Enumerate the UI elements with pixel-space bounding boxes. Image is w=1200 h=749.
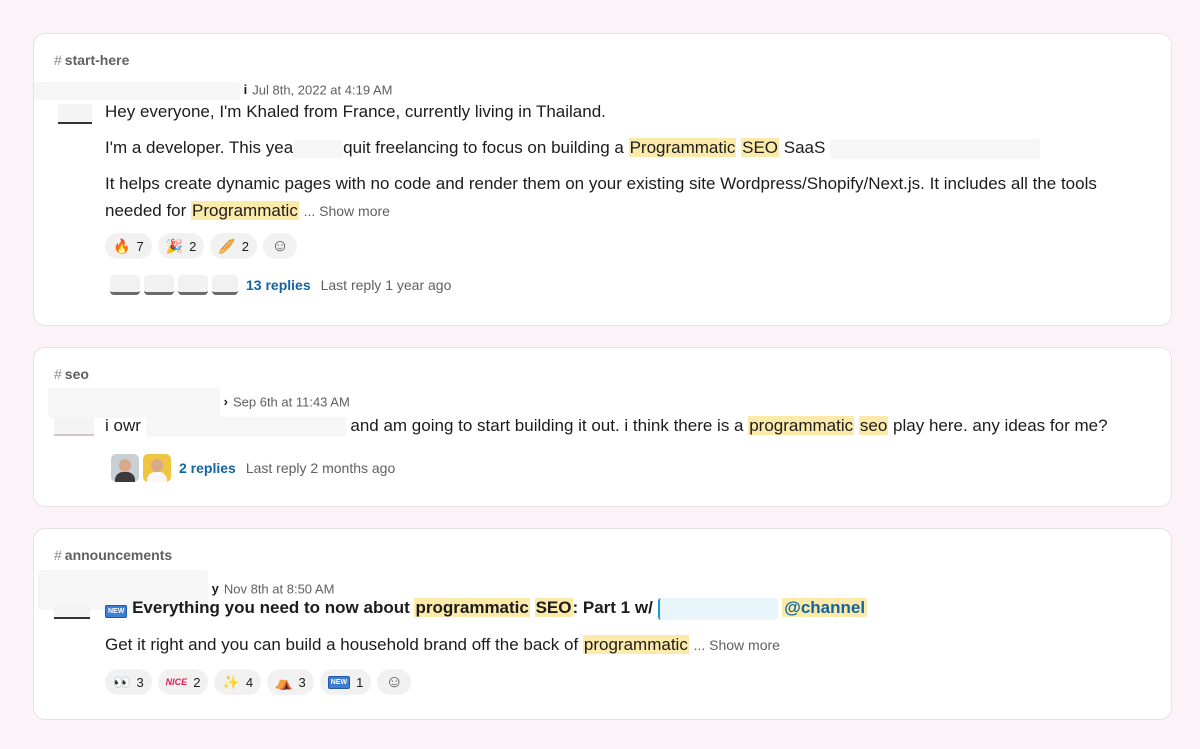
show-more-link[interactable]: ... Show more: [304, 203, 390, 219]
reaction-baguette[interactable]: 🥖 2: [210, 233, 258, 259]
sparkle-icon: ✨: [222, 674, 240, 690]
replies-link[interactable]: 2 replies: [179, 460, 236, 476]
reaction-eyes[interactable]: 👀 3: [105, 669, 152, 695]
hash-icon: #: [54, 547, 62, 563]
avatar: [111, 454, 139, 482]
search-highlight: SEO: [534, 598, 573, 617]
message-line: Get it right and you can build a househo…: [105, 635, 780, 654]
replies-link[interactable]: 13 replies: [246, 277, 311, 293]
reactions-bar: 🔥 7 🎉 2 🥖 2 ☺: [105, 233, 298, 259]
search-result-card[interactable]: # announcements y Nov 8th at 8:50 AM NEW E…: [33, 528, 1172, 720]
message-line: needed for Programmatic ... Show more: [105, 201, 390, 220]
timestamp[interactable]: Sep 6th at 11:43 AM: [233, 394, 350, 409]
search-result-card[interactable]: # seo › Sep 6th at 11:43 AM i owr and am g…: [33, 347, 1172, 507]
add-emoji-icon: ☺: [271, 236, 289, 255]
nice-icon: NICE: [165, 677, 188, 687]
author-name-tail[interactable]: i: [244, 82, 248, 97]
new-badge-icon: NEW: [105, 605, 128, 618]
new-icon: NEW: [327, 675, 351, 689]
thread-summary[interactable]: 2 replies Last reply 2 months ago: [111, 454, 395, 482]
search-highlight: Programmatic: [191, 201, 299, 220]
avatar: [144, 275, 174, 295]
hash-icon: #: [54, 52, 62, 68]
search-highlight: programmatic: [582, 635, 689, 654]
avatar[interactable]: [54, 607, 90, 619]
channel-label[interactable]: # seo: [54, 366, 89, 382]
add-reaction-button[interactable]: ☺: [377, 669, 412, 695]
channel-mention[interactable]: @channel: [782, 598, 868, 617]
avatar[interactable]: [58, 104, 92, 124]
avatar[interactable]: [54, 418, 94, 436]
author-name-tail[interactable]: ›: [224, 394, 228, 409]
last-reply-text: Last reply 1 year ago: [320, 277, 452, 293]
search-result-card[interactable]: # start-here i Jul 8th, 2022 at 4:19 AM He…: [33, 33, 1172, 326]
message-line: I'm a developer. This yea quit freelancin…: [105, 135, 1041, 161]
reaction-tent[interactable]: ⛺ 3: [267, 669, 314, 695]
search-highlight: programmatic: [414, 598, 530, 617]
message-line: Hey everyone, I'm Khaled from France, cu…: [105, 102, 606, 121]
add-emoji-icon: ☺: [385, 672, 404, 691]
hash-icon: #: [54, 366, 62, 382]
search-highlight: Programmatic: [628, 138, 737, 157]
reaction-nice[interactable]: NICE 2: [157, 669, 209, 695]
avatar: [143, 454, 171, 482]
redacted-text: [293, 139, 344, 158]
reaction-sparkle[interactable]: ✨ 4: [214, 669, 262, 695]
thread-summary[interactable]: 13 replies Last reply 1 year ago: [110, 275, 451, 295]
tent-icon: ⛺: [275, 674, 293, 690]
redacted-name: [34, 82, 240, 100]
baguette-icon: 🥖: [218, 238, 236, 254]
message-line: It helps create dynamic pages with no co…: [105, 174, 1097, 193]
timestamp[interactable]: Jul 8th, 2022 at 4:19 AM: [252, 82, 392, 97]
message-meta: i Jul 8th, 2022 at 4:19 AM: [34, 82, 392, 100]
reaction-fire[interactable]: 🔥 7: [105, 233, 152, 259]
last-reply-text: Last reply 2 months ago: [245, 460, 396, 476]
eyes-icon: 👀: [113, 674, 131, 690]
reaction-new[interactable]: NEW 1: [319, 669, 372, 695]
party-icon: 🎉: [165, 238, 184, 254]
message-line: NEW Everything you need to now about pro…: [105, 595, 868, 625]
channel-label[interactable]: # announcements: [54, 547, 172, 563]
reaction-party[interactable]: 🎉 2: [157, 233, 205, 259]
avatar: [178, 275, 208, 295]
avatar: [110, 275, 140, 295]
search-highlight: SEO: [741, 138, 780, 157]
channel-label[interactable]: # start-here: [54, 52, 129, 68]
fire-icon: 🔥: [113, 238, 131, 254]
search-highlight: seo: [858, 416, 889, 435]
add-reaction-button[interactable]: ☺: [263, 233, 298, 259]
redacted-text: [830, 138, 1041, 159]
user-mention[interactable]: [657, 597, 778, 620]
show-more-link[interactable]: ... Show more: [694, 637, 780, 653]
thread-avatars: [110, 275, 238, 295]
search-highlight: programmatic: [748, 416, 855, 435]
avatar: [212, 275, 238, 295]
redacted-link: [145, 416, 346, 437]
thread-avatars: [111, 454, 171, 482]
reactions-bar: 👀 3 NICE 2 ✨ 4 ⛺ 3 NEW 1 ☺: [105, 669, 412, 695]
message-line: i owr and am going to start building it …: [105, 416, 1108, 437]
